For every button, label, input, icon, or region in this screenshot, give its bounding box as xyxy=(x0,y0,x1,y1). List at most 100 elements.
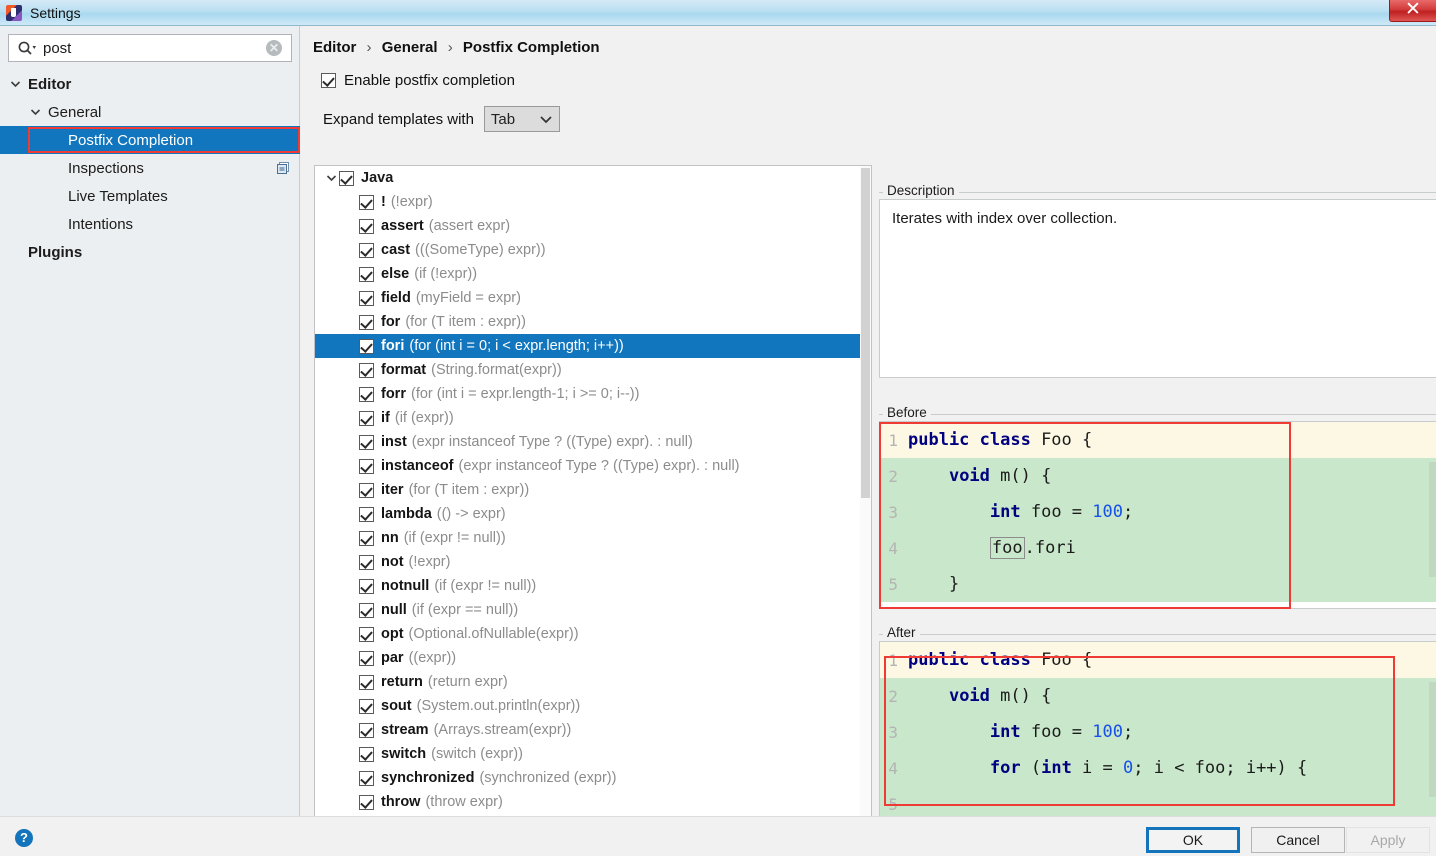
copy-icon[interactable] xyxy=(276,161,290,175)
postfix-templates-rows: Java! (!expr) assert (assert expr) cast (((So… xyxy=(315,166,871,814)
template-row[interactable]: par ((expr)) xyxy=(315,646,871,670)
search-input[interactable] xyxy=(39,39,266,57)
template-row[interactable]: switch (switch (expr)) xyxy=(315,742,871,766)
sidebar-item-intentions[interactable]: Intentions xyxy=(0,210,300,238)
template-row[interactable]: synchronized (synchronized (expr)) xyxy=(315,766,871,790)
postfix-templates-list[interactable]: Java! (!expr) assert (assert expr) cast (((So… xyxy=(314,165,872,823)
before-code-editor[interactable]: 1 public class Foo {2 void m() {3 int foo… xyxy=(879,421,1436,609)
template-row[interactable]: fori (for (int i = 0; i < expr.length; i+… xyxy=(315,334,871,358)
search-box[interactable]: ✕ xyxy=(8,34,292,62)
template-name: sout xyxy=(381,698,412,714)
templates-list-scrollbar[interactable] xyxy=(860,166,871,822)
template-checkbox[interactable] xyxy=(359,674,374,690)
template-row[interactable]: opt (Optional.ofNullable(expr)) xyxy=(315,622,871,646)
template-group-checkbox[interactable] xyxy=(339,170,354,186)
template-row[interactable]: nn (if (expr != null)) xyxy=(315,526,871,550)
template-row[interactable]: null (if (expr == null)) xyxy=(315,598,871,622)
template-checkbox[interactable] xyxy=(359,194,374,210)
template-checkbox[interactable] xyxy=(359,458,374,474)
template-checkbox[interactable] xyxy=(359,506,374,522)
template-row[interactable]: sout (System.out.println(expr)) xyxy=(315,694,871,718)
code-editor-scroll-thumb[interactable] xyxy=(1429,462,1436,577)
sidebar-item-live-templates[interactable]: Live Templates xyxy=(0,182,300,210)
sidebar-item-editor[interactable]: Editor xyxy=(0,70,300,98)
template-name: notnull xyxy=(381,578,430,594)
chevron-down-icon[interactable] xyxy=(323,174,339,182)
template-row[interactable]: return (return expr) xyxy=(315,670,871,694)
templates-list-scroll-thumb[interactable] xyxy=(861,168,870,498)
code-line: 3 int foo = 100; xyxy=(880,714,1436,750)
template-expansion: (expr instanceof Type ? ((Type) expr). :… xyxy=(411,434,693,450)
template-checkbox[interactable] xyxy=(359,482,374,498)
template-checkbox[interactable] xyxy=(359,410,374,426)
template-row[interactable]: for (for (T item : expr)) xyxy=(315,310,871,334)
template-row[interactable]: cast (((SomeType) expr)) xyxy=(315,238,871,262)
template-row[interactable]: iter (for (T item : expr)) xyxy=(315,478,871,502)
ok-button[interactable]: OK xyxy=(1146,827,1240,853)
settings-tree: Editor General Postfix Completion Inspectio… xyxy=(0,70,300,266)
clear-search-icon[interactable]: ✕ xyxy=(266,40,282,56)
template-checkbox[interactable] xyxy=(359,290,374,306)
close-icon[interactable]: ✕ xyxy=(1389,0,1436,22)
chevron-down-icon[interactable] xyxy=(28,105,42,119)
breadcrumb-part-general[interactable]: General xyxy=(382,39,438,56)
template-row[interactable]: if (if (expr)) xyxy=(315,406,871,430)
code-token: i = xyxy=(1082,758,1123,778)
cancel-button[interactable]: Cancel xyxy=(1251,827,1345,853)
template-checkbox[interactable] xyxy=(359,530,374,546)
template-row[interactable]: not (!expr) xyxy=(315,550,871,574)
code-editor-scroll-thumb[interactable] xyxy=(1429,682,1436,797)
after-code-editor[interactable]: 1 public class Foo {2 void m() {3 int foo… xyxy=(879,641,1436,826)
template-row[interactable]: inst (expr instanceof Type ? ((Type) expr… xyxy=(315,430,871,454)
expand-templates-select[interactable]: Tab xyxy=(483,106,560,132)
sidebar-item-inspections[interactable]: Inspections xyxy=(0,154,300,182)
template-checkbox[interactable] xyxy=(359,362,374,378)
template-checkbox[interactable] xyxy=(359,386,374,402)
template-checkbox[interactable] xyxy=(359,242,374,258)
code-text: foo .fori xyxy=(906,530,1436,566)
template-checkbox[interactable] xyxy=(359,602,374,618)
template-checkbox[interactable] xyxy=(359,698,374,714)
chevron-down-icon[interactable] xyxy=(8,77,22,91)
template-row[interactable]: stream (Arrays.stream(expr)) xyxy=(315,718,871,742)
template-checkbox[interactable] xyxy=(359,266,374,282)
template-checkbox[interactable] xyxy=(359,794,374,810)
template-checkbox[interactable] xyxy=(359,626,374,642)
sidebar-item-general[interactable]: General xyxy=(0,98,300,126)
template-checkbox[interactable] xyxy=(359,650,374,666)
template-checkbox[interactable] xyxy=(359,722,374,738)
window-title: Settings xyxy=(30,4,81,21)
template-row[interactable]: notnull (if (expr != null)) xyxy=(315,574,871,598)
sidebar-item-plugins[interactable]: Plugins xyxy=(0,238,300,266)
template-row[interactable]: assert (assert expr) xyxy=(315,214,871,238)
template-row[interactable]: instanceof (expr instanceof Type ? ((Type… xyxy=(315,454,871,478)
template-row[interactable]: ! (!expr) xyxy=(315,190,871,214)
template-expansion: (!expr) xyxy=(408,554,451,570)
template-group-java[interactable]: Java xyxy=(315,166,871,190)
group-divider xyxy=(879,192,1436,193)
template-checkbox[interactable] xyxy=(359,770,374,786)
template-row[interactable]: format (String.format(expr)) xyxy=(315,358,871,382)
template-checkbox[interactable] xyxy=(359,218,374,234)
breadcrumb-part-editor[interactable]: Editor xyxy=(313,39,356,56)
template-row[interactable]: lambda(() -> expr) xyxy=(315,502,871,526)
template-row[interactable]: throw (throw expr) xyxy=(315,790,871,814)
template-expansion: (assert expr) xyxy=(428,218,511,234)
template-checkbox[interactable] xyxy=(359,314,374,330)
code-token: public class xyxy=(908,650,1042,670)
sidebar-item-postfix-completion[interactable]: Postfix Completion xyxy=(0,126,300,154)
template-row[interactable]: forr (for (int i = expr.length-1; i >= 0;… xyxy=(315,382,871,406)
code-token: .fori xyxy=(1024,538,1076,558)
enable-postfix-completion-row[interactable]: Enable postfix completion xyxy=(321,72,515,89)
template-checkbox[interactable] xyxy=(359,338,374,354)
template-checkbox[interactable] xyxy=(359,434,374,450)
search-icon[interactable] xyxy=(17,40,39,56)
code-token: ( xyxy=(1030,758,1042,778)
help-icon[interactable]: ? xyxy=(15,829,33,847)
template-checkbox[interactable] xyxy=(359,746,374,762)
template-checkbox[interactable] xyxy=(359,554,374,570)
template-row[interactable]: field (myField = expr) xyxy=(315,286,871,310)
enable-postfix-completion-checkbox[interactable] xyxy=(321,73,336,88)
template-checkbox[interactable] xyxy=(359,578,374,594)
template-row[interactable]: else (if (!expr)) xyxy=(315,262,871,286)
